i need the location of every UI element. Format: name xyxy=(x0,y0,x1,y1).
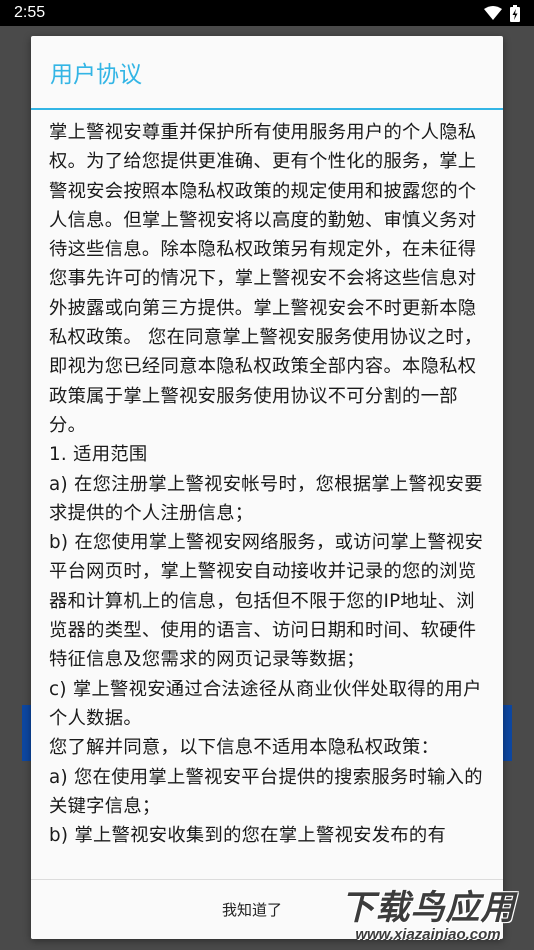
user-agreement-dialog: 用户协议 掌上警视安尊重并保护所有使用服务用户的个人隐私权。为了给您提供更准确、… xyxy=(31,36,503,939)
dialog-footer: 我知道了 xyxy=(31,879,503,939)
agreement-paragraph: 掌上警视安尊重并保护所有使用服务用户的个人隐私权。为了给您提供更准确、更有个性化… xyxy=(49,122,483,436)
agreement-paragraph: c) 掌上警视安通过合法途径从商业伙伴处取得的用户个人数据。 xyxy=(49,678,482,729)
status-time: 2:55 xyxy=(14,4,46,21)
wifi-icon xyxy=(484,6,502,20)
agreement-paragraph: b) 掌上警视安收集到的您在掌上警视安发布的有 xyxy=(49,825,447,847)
battery-charging-icon xyxy=(510,4,520,22)
agreement-paragraph: 1. 适用范围 xyxy=(49,444,148,466)
status-icons xyxy=(484,4,520,22)
agreement-text-scroll[interactable]: 掌上警视安尊重并保护所有使用服务用户的个人隐私权。为了给您提供更准确、更有个性化… xyxy=(31,118,503,917)
acknowledge-button[interactable]: 我知道了 xyxy=(198,891,306,928)
agreement-paragraph: a) 您在使用掌上警视安平台提供的搜索服务时输入的关键字信息； xyxy=(49,766,483,817)
agreement-paragraph: 您了解并同意，以下信息不适用本隐私权政策： xyxy=(49,737,440,759)
agreement-paragraph: b) 在您使用掌上警视安网络服务，或访问掌上警视安平台网页时，掌上警视安自动接收… xyxy=(49,532,484,671)
dialog-title: 用户协议 xyxy=(50,62,142,88)
status-bar: 2:55 xyxy=(0,0,534,26)
agreement-paragraph: a) 在您注册掌上警视安帐号时，您根据掌上警视安要求提供的个人注册信息； xyxy=(49,473,483,524)
title-divider xyxy=(31,108,503,110)
